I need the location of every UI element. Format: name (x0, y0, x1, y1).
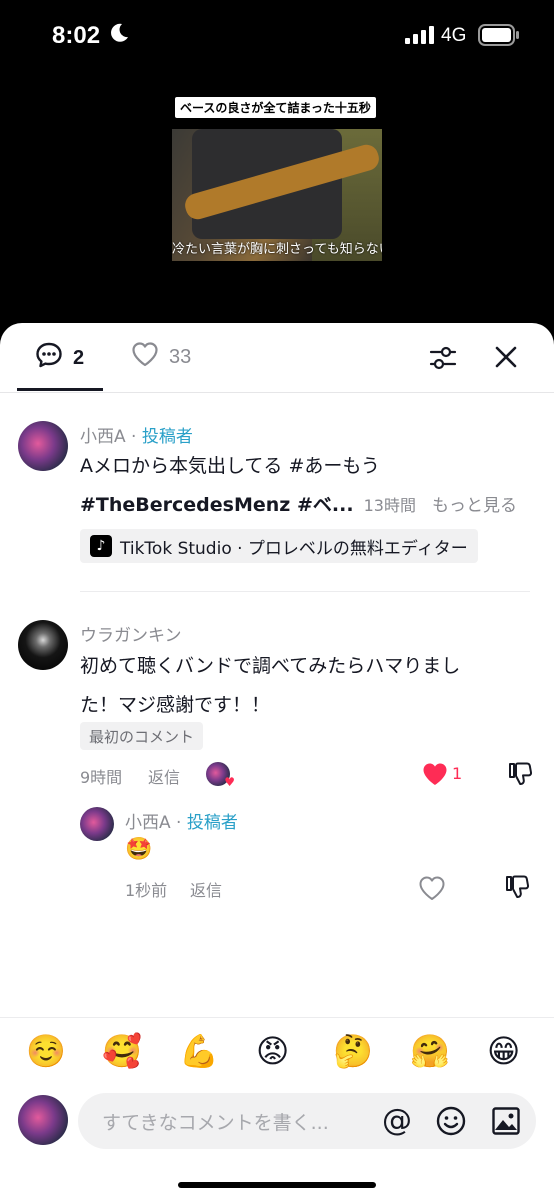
comment-text-line-2: た！マジ感謝です！！ (80, 694, 271, 716)
caption-author[interactable]: 小西A · 投稿者 (80, 422, 193, 447)
likes-count: 33 (169, 345, 192, 368)
cellular-signal-icon (405, 26, 435, 48)
creator-liked-avatar: ♥ (206, 762, 235, 789)
caption-author-name: 小西A (80, 427, 126, 447)
commenter-avatar[interactable] (18, 620, 68, 670)
comment-author[interactable]: ウラガンキン (80, 621, 182, 646)
reply-author[interactable]: 小西A · 投稿者 (125, 808, 238, 833)
smiley-icon (436, 1106, 466, 1136)
moon-icon (108, 22, 130, 48)
sliders-icon (429, 346, 457, 370)
see-more-link[interactable]: もっと見る (432, 496, 517, 516)
reply-reply-button[interactable]: 返信 (190, 877, 222, 901)
reply-time: 1秒前 (125, 881, 168, 900)
reply-dislike-button[interactable] (503, 873, 531, 905)
active-tab-indicator (17, 388, 103, 391)
comment-placeholder: すてきなコメントを書く... (102, 1112, 329, 1134)
author-tag: 投稿者 (186, 813, 238, 833)
dislike-button[interactable] (506, 760, 534, 792)
caption-line-2: #TheBercedesMenz #ベ... 13時間 もっと見る (80, 490, 517, 517)
divider (80, 591, 530, 592)
like-button[interactable] (421, 761, 449, 791)
video-frame: 冷たい言葉が胸に刺さっても知らない (172, 129, 382, 261)
heart-outline-icon (419, 876, 445, 900)
comment-bubble-icon (35, 341, 63, 375)
author-avatar[interactable] (18, 421, 68, 471)
comment-sheet: 2 33 小西A · 投稿者 Aメロから本気出してる #あーもう #TheBer… (0, 323, 554, 1200)
first-comment-badge: 最初のコメント (80, 722, 204, 750)
thumbs-down-icon (509, 762, 533, 785)
reply-author-avatar[interactable] (80, 807, 114, 841)
emoji-picker-button[interactable] (435, 1105, 467, 1141)
emoji-button[interactable]: 🤗 (410, 1032, 450, 1070)
reply-like-button[interactable] (418, 875, 446, 905)
comment-input-row: すてきなコメントを書く... @ (0, 1087, 554, 1167)
comment-tabs: 2 33 (0, 323, 554, 393)
reply-button[interactable]: 返信 (148, 764, 180, 788)
filter-settings-button[interactable] (429, 345, 457, 375)
heart-outline-icon (131, 341, 159, 373)
tiktok-logo-icon: ♪ (90, 535, 112, 557)
comment-like-count: 1 (452, 764, 463, 783)
close-button[interactable] (494, 345, 518, 373)
thumbs-down-icon (506, 875, 530, 898)
emoji-button[interactable]: 😁 (487, 1032, 520, 1070)
status-time: 8:02 (52, 22, 101, 49)
tab-likes[interactable]: 33 (131, 341, 191, 373)
network-type: 4G (441, 25, 467, 46)
emoji-button[interactable]: 🤔 (333, 1032, 373, 1070)
video-subtitle: 冷たい言葉が胸に刺さっても知らない (172, 242, 382, 257)
comment-input[interactable]: すてきなコメントを書く... @ (78, 1093, 536, 1149)
author-tag: 投稿者 (141, 427, 193, 447)
reply-text: 🤩 (125, 837, 153, 862)
comments-count: 2 (73, 346, 85, 369)
reply-author-name: 小西A (125, 813, 171, 833)
emoji-button[interactable]: 🥰 (102, 1032, 142, 1070)
emoji-quick-bar: ☺️ 🥰 💪 😡 🤔 🤗 😁 (0, 1017, 554, 1087)
caption-time: 13時間 (363, 496, 416, 515)
image-upload-button[interactable] (491, 1106, 521, 1140)
heart-filled-icon: ♥ (224, 775, 235, 789)
tiktok-studio-link[interactable]: ♪ TikTok Studio · プロレベルの無料エディター (80, 529, 478, 563)
tab-comments[interactable]: 2 (35, 341, 84, 375)
emoji-button[interactable]: 💪 (179, 1032, 219, 1070)
mention-icon[interactable]: @ (382, 1103, 412, 1138)
current-user-avatar (18, 1095, 68, 1145)
caption-line-1: Aメロから本気出してる #あーもう (80, 455, 380, 477)
home-indicator (178, 1182, 376, 1188)
image-icon (492, 1107, 520, 1135)
heart-filled-icon (423, 763, 447, 785)
comment-time: 9時間 (80, 768, 123, 787)
battery-icon (478, 24, 520, 50)
studio-label: TikTok Studio · プロレベルの無料エディター (120, 538, 468, 559)
caption-hashtags[interactable]: #TheBercedesMenz #ベ... (80, 494, 354, 516)
video-title-overlay: ベースの良さが全て詰まった十五秒 (175, 97, 376, 118)
comment-text-line-1: 初めて聴くバンドで調べてみたらハマりまし (80, 655, 461, 677)
video-player[interactable]: ベースの良さが全て詰まった十五秒 冷たい言葉が胸に刺さっても知らない (0, 72, 554, 342)
emoji-button[interactable]: ☺️ (26, 1032, 66, 1070)
status-bar: 8:02 4G (0, 0, 554, 72)
close-icon (495, 346, 517, 368)
emoji-button[interactable]: 😡 (256, 1032, 289, 1070)
